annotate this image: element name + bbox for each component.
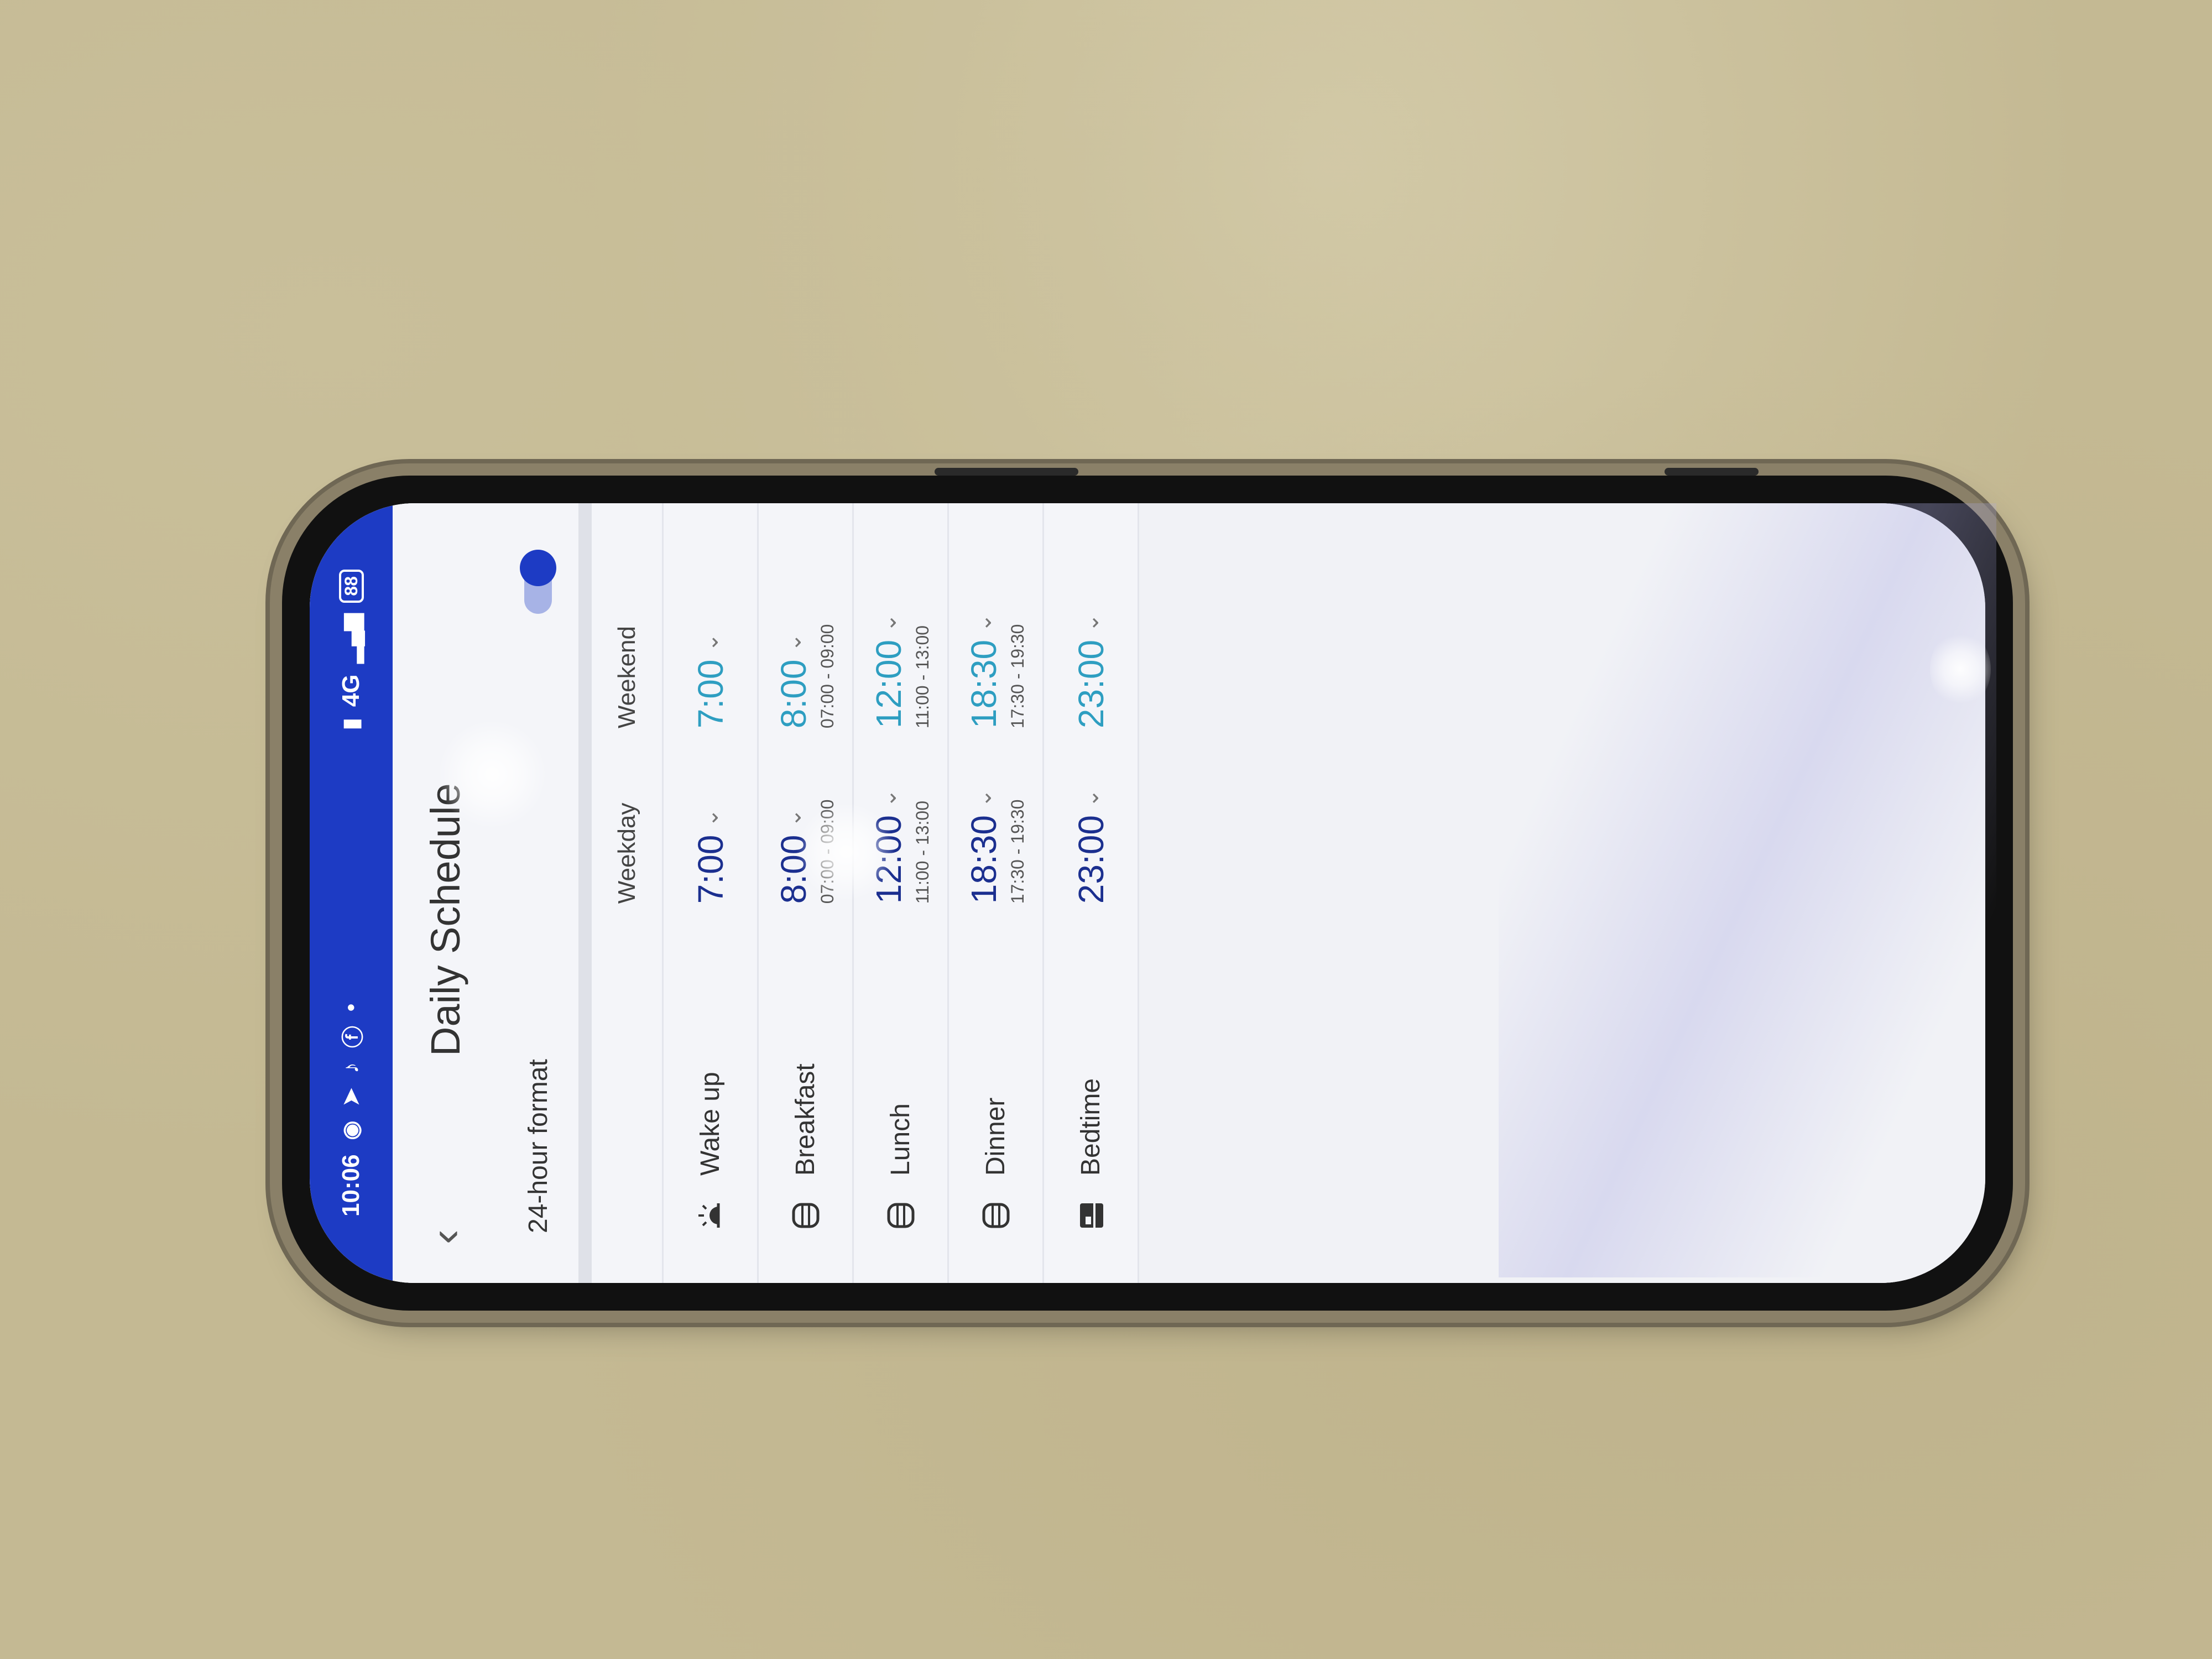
weekday-cell[interactable]: 23:00 ⌄ — [1071, 728, 1112, 904]
weekend-time: 8:00 — [774, 659, 813, 729]
weekend-time: 7:00 — [690, 659, 731, 729]
screen: 10:06 ◉ ➤ ♪ ⓕ • ▮ 4G ▂▄▆ 88 ‹ Daily Sche… — [310, 503, 1985, 1283]
header-weekday: Weekday — [613, 802, 640, 904]
meal-icon — [883, 1198, 919, 1233]
row-label: Lunch — [886, 1103, 915, 1176]
weekend-range: 17:30 - 19:30 — [1008, 624, 1027, 729]
meal-icon — [788, 1198, 823, 1233]
weekend-cell[interactable]: 18:30 ⌄ 17:30 - 19:30 — [963, 553, 1028, 728]
meal-icon — [978, 1198, 1014, 1233]
empty-area — [1139, 503, 1969, 1283]
more-notifications-icon: • — [338, 1004, 363, 1012]
format-setting-row: 24-hour format — [498, 503, 592, 1283]
weekend-cell[interactable]: 8:00 ⌄ 07:00 - 09:00 — [773, 553, 838, 729]
schedule-table: Weekday Weekend Wake up 7:00 ⌄ 7:00 ⌄ Br… — [592, 503, 1139, 1283]
table-header: Weekday Weekend — [592, 503, 664, 1283]
weekend-range: 11:00 - 13:00 — [912, 625, 932, 729]
weekend-cell[interactable]: 23:00 ⌄ — [1071, 553, 1112, 728]
row-label: Dinner — [981, 1097, 1010, 1176]
battery-indicator: 88 — [338, 570, 364, 603]
row-label: Wake up — [696, 1072, 725, 1176]
row-label-cell: Breakfast — [788, 904, 823, 1233]
chevron-down-icon: ⌄ — [877, 789, 901, 808]
format-toggle[interactable] — [524, 553, 552, 614]
weekend-cell[interactable]: 7:00 ⌄ — [690, 553, 731, 728]
weekday-cell[interactable]: 8:00 ⌄ 07:00 - 09:00 — [773, 728, 838, 904]
tiktok-icon: ♪ — [338, 1062, 363, 1074]
table-row: Dinner 18:30 ⌄ 17:30 - 19:30 18:30 ⌄ 17:30… — [949, 503, 1044, 1283]
chevron-down-icon: ⌄ — [1078, 789, 1103, 808]
weekday-time: 8:00 — [774, 834, 813, 904]
weekday-range: 17:30 - 19:30 — [1008, 799, 1027, 904]
row-label: Bedtime — [1076, 1078, 1105, 1176]
header-weekend: Weekend — [613, 626, 640, 729]
volume-button — [935, 468, 1078, 476]
table-row: Wake up 7:00 ⌄ 7:00 ⌄ — [664, 503, 759, 1283]
table-row: Breakfast 8:00 ⌄ 07:00 - 09:00 8:00 ⌄ 07:0… — [759, 503, 854, 1283]
weekend-time: 12:00 — [869, 639, 909, 729]
chevron-down-icon: ⌄ — [972, 789, 996, 808]
weekday-time: 23:00 — [1071, 815, 1111, 904]
app-bar: ‹ Daily Schedule — [393, 503, 498, 1283]
chat-icon: ◉ — [339, 1120, 363, 1140]
row-label-cell: Lunch — [883, 904, 919, 1233]
status-bar: 10:06 ◉ ➤ ♪ ⓕ • ▮ 4G ▂▄▆ 88 — [310, 503, 393, 1283]
signal-icon: ▂▄▆ — [339, 613, 363, 664]
bed-icon — [1073, 1198, 1109, 1233]
facebook-icon: ⓕ — [341, 1026, 366, 1048]
vibrate-icon: ▮ — [339, 718, 363, 731]
weekday-time: 7:00 — [690, 834, 731, 904]
weekend-cell[interactable]: 12:00 ⌄ 11:00 - 13:00 — [868, 553, 933, 728]
table-row: Lunch 12:00 ⌄ 11:00 - 13:00 12:00 ⌄ 11:00 … — [854, 503, 949, 1283]
weekend-time: 23:00 — [1071, 639, 1111, 729]
phone-device: 10:06 ◉ ➤ ♪ ⓕ • ▮ 4G ▂▄▆ 88 ‹ Daily Sche… — [282, 468, 2013, 1311]
chevron-down-icon: ⌄ — [781, 808, 806, 827]
app-screen: 10:06 ◉ ➤ ♪ ⓕ • ▮ 4G ▂▄▆ 88 ‹ Daily Sche… — [310, 503, 1985, 1283]
weekday-cell[interactable]: 18:30 ⌄ 17:30 - 19:30 — [963, 728, 1028, 904]
row-label-cell: Bedtime — [1073, 904, 1109, 1233]
format-label: 24-hour format — [523, 1059, 553, 1233]
chevron-left-icon[interactable]: ‹ — [420, 1178, 471, 1244]
weekend-range: 07:00 - 09:00 — [817, 624, 837, 729]
status-time: 10:06 — [337, 1154, 364, 1217]
chevron-down-icon: ⌄ — [1078, 613, 1103, 632]
table-row: Bedtime 23:00 ⌄ 23:00 ⌄ — [1044, 503, 1139, 1283]
chevron-down-icon: ⌄ — [972, 613, 996, 632]
row-label: Breakfast — [791, 1063, 820, 1176]
sunrise-icon — [693, 1198, 728, 1233]
row-label-cell: Wake up — [693, 904, 728, 1233]
chevron-down-icon: ⌄ — [698, 808, 723, 827]
chevron-down-icon: ⌄ — [877, 613, 901, 632]
row-label-cell: Dinner — [978, 904, 1014, 1233]
page-title: Daily Schedule — [422, 783, 468, 1056]
telegram-icon: ➤ — [339, 1088, 363, 1107]
weekday-cell[interactable]: 7:00 ⌄ — [690, 728, 731, 904]
weekday-range: 11:00 - 13:00 — [912, 801, 932, 904]
power-button — [1665, 468, 1759, 476]
weekday-time: 18:30 — [964, 815, 1004, 904]
weekday-cell[interactable]: 12:00 ⌄ 11:00 - 13:00 — [868, 728, 933, 904]
weekday-range: 07:00 - 09:00 — [817, 799, 837, 904]
weekend-time: 18:30 — [964, 639, 1004, 729]
weekday-time: 12:00 — [869, 815, 909, 904]
network-type: 4G — [337, 674, 364, 707]
chevron-down-icon: ⌄ — [698, 633, 723, 652]
chevron-down-icon: ⌄ — [781, 633, 806, 652]
